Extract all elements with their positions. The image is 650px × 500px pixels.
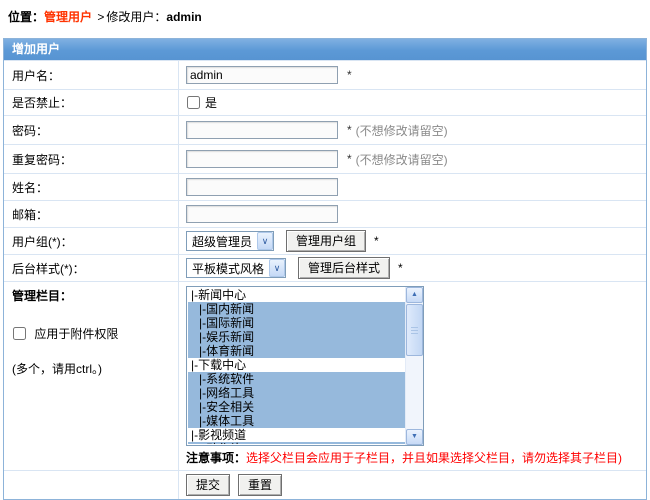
disabled-checkbox-label: 是	[205, 94, 217, 111]
columns-listbox[interactable]: |-新闻中心|-国内新闻|-国际新闻|-娱乐新闻|-体育新闻|-下载中心|-系统…	[186, 286, 424, 446]
required-asterisk: *	[374, 234, 379, 248]
manage-usergroup-button[interactable]: 管理用户组	[286, 230, 366, 252]
row-managed-columns: 管理栏目： 应用于附件权限 (多个，请用ctrl。) |-新闻中心|-国内新闻|…	[4, 281, 646, 470]
row-usergroup: 用户组(*)： 超级管理员 ∨ 管理用户组 *	[4, 227, 646, 254]
manage-backend-style-button[interactable]: 管理后台样式	[298, 257, 390, 279]
row-actions: 提交 重置	[4, 470, 646, 499]
chevron-down-icon[interactable]: ∨	[269, 259, 285, 277]
email-input[interactable]	[186, 205, 338, 223]
row-realname: 姓名：	[4, 173, 646, 200]
listbox-option[interactable]: |-媒体工具	[188, 414, 405, 428]
disabled-checkbox[interactable]	[187, 96, 200, 109]
password-input[interactable]	[186, 121, 338, 139]
listbox-option[interactable]: |-安全相关	[188, 400, 405, 414]
listbox-option[interactable]: |-娱乐新闻	[188, 330, 405, 344]
multi-select-hint: (多个，请用ctrl。)	[12, 360, 178, 377]
realname-input[interactable]	[186, 178, 338, 196]
realname-label: 姓名：	[4, 174, 179, 200]
add-user-panel: 增加用户 用户名： * 是否禁止： 是 密码： * (不想修改请留空) 重复密码…	[3, 38, 647, 500]
row-email: 邮箱：	[4, 200, 646, 227]
columns-listbox-options: |-新闻中心|-国内新闻|-国际新闻|-娱乐新闻|-体育新闻|-下载中心|-系统…	[188, 288, 405, 444]
reset-button[interactable]: 重置	[238, 474, 282, 496]
row-password-repeat: 重复密码： * (不想修改请留空)	[4, 144, 646, 173]
usergroup-select[interactable]: 超级管理员 ∨	[186, 231, 274, 251]
panel-title: 增加用户	[4, 39, 646, 60]
listbox-option[interactable]: |-国内新闻	[188, 302, 405, 316]
managed-columns-label: 管理栏目：	[12, 287, 178, 304]
scroll-down-icon[interactable]: ▼	[406, 429, 423, 445]
backend-style-selected-value: 平板模式风格	[187, 260, 269, 277]
actions-empty-cell	[4, 471, 179, 499]
username-input[interactable]	[186, 66, 338, 84]
listbox-option[interactable]: |-国际新闻	[188, 316, 405, 330]
username-label: 用户名：	[4, 61, 179, 89]
listbox-option[interactable]: |-网络工具	[188, 386, 405, 400]
attachment-permission-checkbox[interactable]	[13, 327, 26, 340]
listbox-option[interactable]: |-影视频道	[188, 428, 405, 442]
row-disabled: 是否禁止： 是	[4, 89, 646, 115]
chevron-down-icon[interactable]: ∨	[257, 232, 273, 250]
password-repeat-input[interactable]	[186, 150, 338, 168]
password-repeat-hint: (不想修改请留空)	[356, 151, 448, 168]
breadcrumb-current: 修改用户：	[106, 10, 166, 24]
row-username: 用户名： *	[4, 60, 646, 89]
breadcrumb-current-value: admin	[166, 10, 201, 24]
breadcrumb-link-manage-users[interactable]: 管理用户	[44, 10, 92, 24]
email-label: 邮箱：	[4, 201, 179, 227]
listbox-option[interactable]: |-系统软件	[188, 372, 405, 386]
listbox-option[interactable]: |-新闻中心	[188, 288, 405, 302]
required-asterisk: *	[347, 123, 352, 137]
disabled-label: 是否禁止：	[4, 90, 179, 115]
row-backend-style: 后台样式(*)： 平板模式风格 ∨ 管理后台样式 *	[4, 254, 646, 281]
backend-style-label: 后台样式(*)：	[4, 255, 179, 281]
breadcrumb-separator: >	[97, 10, 104, 24]
note-label: 注意事项：	[186, 451, 246, 465]
submit-button[interactable]: 提交	[186, 474, 230, 496]
row-password: 密码： * (不想修改请留空)	[4, 115, 646, 144]
password-repeat-label: 重复密码：	[4, 145, 179, 173]
note: 注意事项：选择父栏目会应用于子栏目，并且如果选择父栏目，请勿选择其子栏目)	[186, 451, 646, 466]
listbox-option[interactable]: |-下载中心	[188, 358, 405, 372]
required-asterisk: *	[347, 68, 352, 82]
password-label: 密码：	[4, 116, 179, 144]
usergroup-label: 用户组(*)：	[4, 228, 179, 254]
required-asterisk: *	[398, 261, 403, 275]
scroll-up-icon[interactable]: ▲	[406, 287, 423, 303]
listbox-option[interactable]: |-体育新闻	[188, 344, 405, 358]
backend-style-select[interactable]: 平板模式风格 ∨	[186, 258, 286, 278]
password-hint: (不想修改请留空)	[356, 122, 448, 139]
listbox-option[interactable]: |-动作片	[188, 442, 405, 444]
listbox-scrollbar[interactable]: ▲ ▼	[405, 287, 423, 445]
breadcrumb-prefix: 位置：	[8, 10, 44, 24]
scrollbar-thumb[interactable]	[406, 304, 423, 356]
required-asterisk: *	[347, 152, 352, 166]
note-text: 选择父栏目会应用于子栏目，并且如果选择父栏目，请勿选择其子栏目)	[246, 451, 622, 465]
usergroup-selected-value: 超级管理员	[187, 233, 257, 250]
breadcrumb: 位置：管理用户 >修改用户：admin	[8, 8, 202, 25]
attachment-permission-label: 应用于附件权限	[34, 327, 118, 341]
